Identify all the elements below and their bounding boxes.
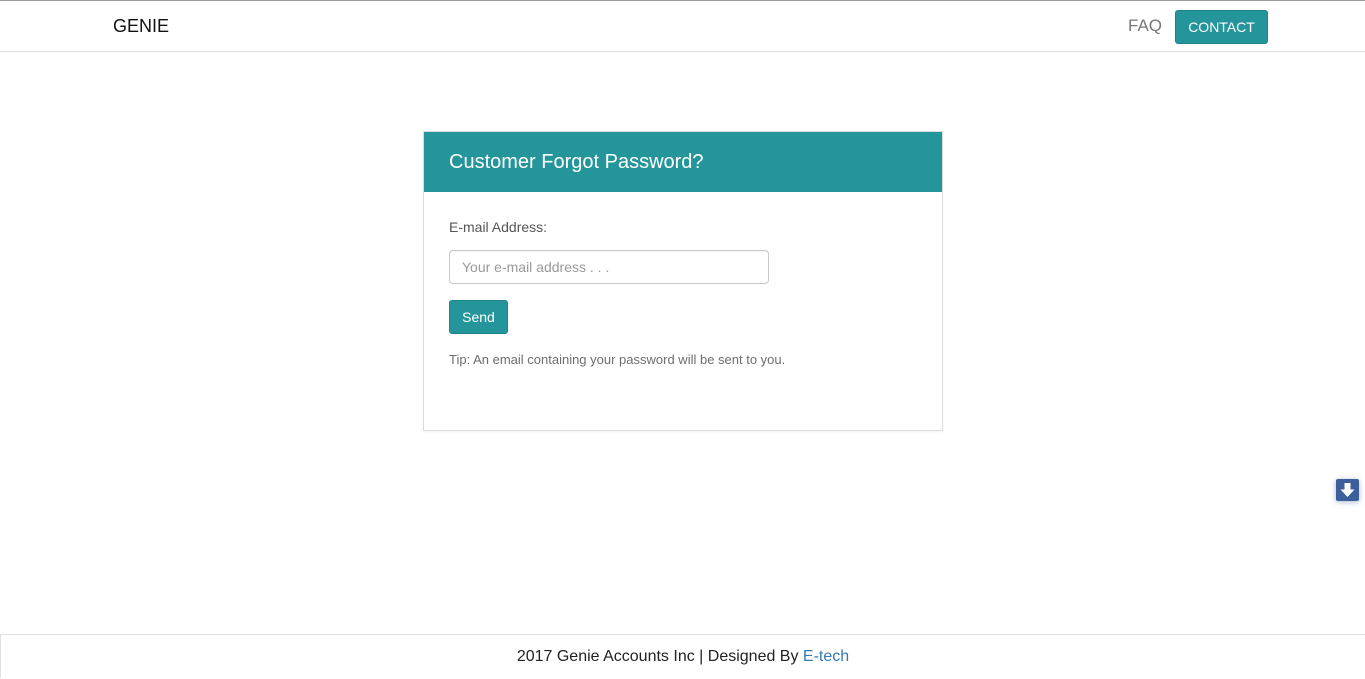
brand-logo[interactable]: GENIE [113, 16, 169, 37]
nav-contact-button[interactable]: CONTACT [1175, 10, 1268, 44]
top-navbar: GENIE FAQ CONTACT [0, 0, 1365, 52]
nav-faq-link[interactable]: FAQ [1128, 16, 1162, 36]
forgot-password-card: Customer Forgot Password? E-mail Address… [423, 131, 943, 431]
email-input[interactable] [449, 250, 769, 284]
footer-text: 2017 Genie Accounts Inc | Designed By [516, 648, 803, 665]
tip-text: Tip: An email containing your password w… [449, 352, 786, 367]
arrow-down-icon [1340, 483, 1355, 497]
send-button[interactable]: Send [449, 300, 508, 334]
scroll-down-button[interactable] [1336, 479, 1359, 501]
footer: 2017 Genie Accounts Inc | Designed By E-… [0, 634, 1365, 678]
card-title: Customer Forgot Password? [424, 132, 942, 192]
footer-designer-link[interactable]: E-tech [803, 648, 849, 665]
email-label: E-mail Address: [449, 219, 548, 235]
